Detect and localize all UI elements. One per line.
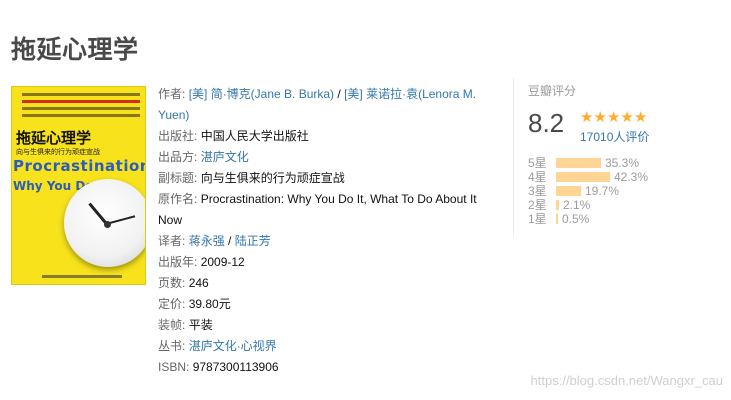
rating-score: 8.2: [528, 108, 565, 138]
translator-link-1[interactable]: 蒋永强: [189, 234, 225, 248]
cover-subtitle: 向与生俱来的行为顽症宣战: [16, 148, 100, 156]
translator-link-2[interactable]: 陆正芳: [235, 234, 271, 248]
series-link[interactable]: 湛庐文化·心视界: [189, 339, 277, 353]
rating-bar-percent: 2.1%: [563, 198, 591, 212]
binding-value: 平装: [188, 318, 213, 332]
pages-row: 页数: 246: [158, 273, 498, 294]
subtitle-label: 副标题:: [158, 171, 198, 185]
translator-row: 译者: 蒋永强 / 陆正芳: [158, 231, 498, 252]
price-row: 定价: 39.80元: [158, 294, 498, 315]
rating-bar-label: 2星: [528, 198, 547, 212]
price-label: 定价:: [158, 297, 186, 311]
publisher-value: 中国人民大学出版社: [200, 129, 309, 143]
rating-bar-label: 1星: [528, 212, 547, 226]
translator-label: 译者:: [158, 234, 186, 248]
watermark: https://blog.csdn.net/Wangxr_cau: [530, 373, 723, 388]
original-title-row: 原作名: Procrastination: Why You Do It, Wha…: [158, 189, 498, 231]
publisher-label: 出版社:: [158, 129, 198, 143]
producer-row: 出品方: 湛庐文化: [158, 147, 498, 168]
pubdate-row: 出版年: 2009-12: [158, 252, 498, 273]
rating-panel: 豆瓣评分 8.2 ★★★★★ 17010人评价 5星 35.3% 4星 42.3% 3星…: [513, 78, 698, 236]
rating-bar-percent: 0.5%: [562, 212, 590, 226]
author-separator: /: [334, 87, 345, 101]
page-title: 拖延心理学: [11, 35, 139, 64]
book-cover-image[interactable]: 拖延心理学 向与生俱来的行为顽症宣战 Procrastination Why Y…: [11, 86, 146, 285]
pubdate-value: 2009-12: [200, 255, 245, 269]
votes-link[interactable]: 17010人评价: [580, 128, 649, 145]
subtitle-row: 副标题: 向与生俱来的行为顽症宣战: [158, 168, 498, 189]
rating-bar-label: 5星: [528, 156, 547, 170]
rating-bar-percent: 42.3%: [614, 170, 649, 184]
author-row: 作者: [美] 简·博克(Jane B. Burka) / [美] 莱诺拉·袁(…: [158, 84, 498, 126]
binding-label: 装帧:: [158, 318, 186, 332]
isbn-row: ISBN: 9787300113906: [158, 357, 498, 378]
translator-separator: /: [224, 234, 235, 248]
cover-title-cn: 拖延心理学: [16, 129, 92, 147]
pages-value: 246: [188, 276, 209, 290]
rating-label: 豆瓣评分: [528, 84, 577, 98]
rating-bar-percent: 19.7%: [585, 184, 620, 198]
book-info: 作者: [美] 简·博克(Jane B. Burka) / [美] 莱诺拉·袁(…: [158, 84, 498, 378]
price-value: 39.80元: [188, 297, 231, 311]
publisher-row: 出版社: 中国人民大学出版社: [158, 126, 498, 147]
star-rating-icon: ★★★★★: [580, 109, 648, 126]
pubdate-label: 出版年:: [158, 255, 198, 269]
author-label: 作者:: [158, 87, 186, 101]
rating-bar: [556, 186, 581, 196]
rating-bar: [556, 158, 601, 168]
rating-bar: [556, 200, 559, 210]
producer-link[interactable]: 湛庐文化: [201, 150, 249, 164]
isbn-label: ISBN:: [158, 360, 190, 374]
rating-bar-label: 3星: [528, 184, 547, 198]
cover-title-en: Procrastination: [13, 157, 146, 175]
binding-row: 装帧: 平装: [158, 315, 498, 336]
author-link-1[interactable]: [美] 简·博克(Jane B. Burka): [189, 87, 334, 101]
series-label: 丛书:: [158, 339, 186, 353]
rating-bar-percent: 35.3%: [605, 156, 640, 170]
series-row: 丛书: 湛庐文化·心视界: [158, 336, 498, 357]
cover-top-text: [22, 93, 140, 121]
pages-label: 页数:: [158, 276, 186, 290]
isbn-value: 9787300113906: [192, 360, 279, 374]
rating-bar: [556, 214, 558, 224]
cover-publisher-mark: [42, 275, 122, 278]
original-title-label: 原作名:: [158, 192, 198, 206]
original-title-value: Procrastination: Why You Do It, What To …: [158, 192, 477, 227]
rating-bar-label: 4星: [528, 170, 547, 184]
subtitle-value: 向与生俱来的行为顽症宣战: [200, 171, 345, 185]
rating-bar: [556, 172, 610, 182]
clock-icon: [64, 179, 145, 267]
producer-label: 出品方:: [158, 150, 198, 164]
